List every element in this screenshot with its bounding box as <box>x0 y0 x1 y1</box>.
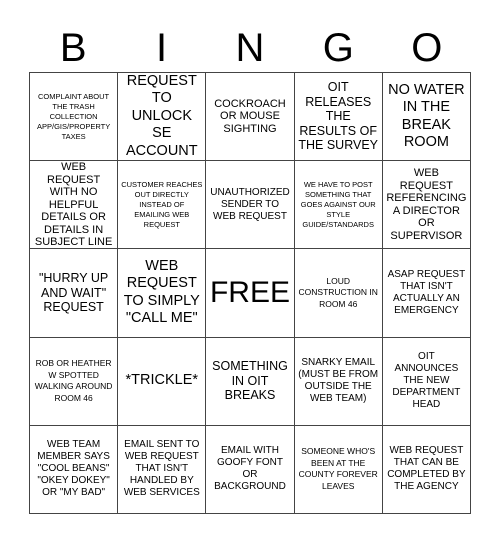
bingo-cell[interactable]: WEB REQUEST REFERENCING A DIRECTOR OR SU… <box>382 161 471 250</box>
cell-text: SNARKY EMAIL (MUST BE FROM OUTSIDE THE W… <box>298 357 379 405</box>
bingo-cell[interactable]: REQUEST TO UNLOCK SE ACCOUNT <box>118 73 207 162</box>
bingo-cell[interactable]: WEB REQUEST WITH NO HELPFUL DETAILS OR D… <box>30 161 119 250</box>
header-letter-o: O <box>411 26 443 70</box>
header-letter-g: G <box>322 26 354 70</box>
cell-text: WEB TEAM MEMBER SAYS "COOL BEANS" "OKEY … <box>37 439 110 499</box>
cell-text: LOUD CONSTRUCTION IN ROOM 46 <box>298 275 378 309</box>
bingo-cell[interactable]: CUSTOMER REACHES OUT DIRECTLY INSTEAD OF… <box>118 161 207 250</box>
bingo-cell[interactable]: WEB REQUEST TO SIMPLY "CALL ME" <box>118 249 207 338</box>
cell-text: CUSTOMER REACHES OUT DIRECTLY INSTEAD OF… <box>121 179 203 229</box>
cell-text: REQUEST TO UNLOCK SE ACCOUNT <box>125 73 198 159</box>
cell-text: WEB REQUEST THAT CAN BE COMPLETED BY THE… <box>387 445 466 493</box>
bingo-cell[interactable]: EMAIL WITH GOOFY FONT OR BACKGROUND <box>206 425 295 514</box>
bingo-header: B I N G O <box>29 24 471 72</box>
cell-text: OIT RELEASES THE RESULTS OF THE SURVEY <box>298 80 379 153</box>
bingo-cell[interactable]: ASAP REQUEST THAT ISN'T ACTUALLY AN EMER… <box>382 249 471 338</box>
bingo-cell[interactable]: WEB TEAM MEMBER SAYS "COOL BEANS" "OKEY … <box>30 425 119 514</box>
cell-text: EMAIL SENT TO WEB REQUEST THAT ISN'T HAN… <box>123 439 200 499</box>
bingo-cell[interactable]: OIT ANNOUNCES THE NEW DEPARTMENT HEAD <box>382 337 471 426</box>
bingo-cell[interactable]: ROB OR HEATHER W SPOTTED WALKING AROUND … <box>30 337 119 426</box>
bingo-cell[interactable]: OIT RELEASES THE RESULTS OF THE SURVEY <box>294 73 383 162</box>
bingo-cell[interactable]: NO WATER IN THE BREAK ROOM <box>382 73 471 162</box>
bingo-cell[interactable]: LOUD CONSTRUCTION IN ROOM 46 <box>294 249 383 338</box>
free-text: FREE <box>209 275 290 309</box>
cell-text: SOMETHING IN OIT BREAKS <box>212 359 288 403</box>
cell-text: ROB OR HEATHER W SPOTTED WALKING AROUND … <box>34 358 113 403</box>
cell-text: *TRICKLE* <box>125 372 199 389</box>
cell-text: COMPLAINT ABOUT THE TRASH COLLECTION APP… <box>36 91 111 141</box>
cell-text: WEB REQUEST TO SIMPLY "CALL ME" <box>123 257 200 327</box>
bingo-cell[interactable]: UNAUTHORIZED SENDER TO WEB REQUEST <box>206 161 295 250</box>
cell-text: OIT ANNOUNCES THE NEW DEPARTMENT HEAD <box>392 351 461 411</box>
cell-text: WEB REQUEST WITH NO HELPFUL DETAILS OR D… <box>34 161 113 249</box>
bingo-cell[interactable]: *TRICKLE* <box>118 337 207 426</box>
cell-text: WEB REQUEST REFERENCING A DIRECTOR OR SU… <box>386 167 467 242</box>
cell-text: NO WATER IN THE BREAK ROOM <box>388 81 465 151</box>
bingo-grid: COMPLAINT ABOUT THE TRASH COLLECTION APP… <box>29 72 471 514</box>
bingo-cell[interactable]: SNARKY EMAIL (MUST BE FROM OUTSIDE THE W… <box>294 337 383 426</box>
bingo-cell[interactable]: COCKROACH OR MOUSE SIGHTING <box>206 73 295 162</box>
cell-text: SOMEONE WHO'S BEEN AT THE COUNTY FOREVER… <box>298 446 378 491</box>
bingo-cell[interactable]: WEB REQUEST THAT CAN BE COMPLETED BY THE… <box>382 425 471 514</box>
bingo-cell[interactable]: WE HAVE TO POST SOMETHING THAT GOES AGAI… <box>294 161 383 250</box>
bingo-cell[interactable]: COMPLAINT ABOUT THE TRASH COLLECTION APP… <box>30 73 119 162</box>
header-letter-n: N <box>235 26 265 70</box>
header-letter-b: B <box>59 26 87 70</box>
bingo-cell[interactable]: "HURRY UP AND WAIT" REQUEST <box>30 249 119 338</box>
free-space[interactable]: FREE <box>206 249 295 338</box>
cell-text: WE HAVE TO POST SOMETHING THAT GOES AGAI… <box>300 179 376 229</box>
cell-text: "HURRY UP AND WAIT" REQUEST <box>38 271 109 315</box>
header-letter-i: I <box>156 26 168 70</box>
cell-text: ASAP REQUEST THAT ISN'T ACTUALLY AN EMER… <box>387 268 466 316</box>
bingo-cell[interactable]: SOMETHING IN OIT BREAKS <box>206 337 295 426</box>
cell-text: COCKROACH OR MOUSE SIGHTING <box>214 97 286 135</box>
cell-text: EMAIL WITH GOOFY FONT OR BACKGROUND <box>214 445 286 493</box>
bingo-cell[interactable]: EMAIL SENT TO WEB REQUEST THAT ISN'T HAN… <box>118 425 207 514</box>
bingo-cell[interactable]: SOMEONE WHO'S BEEN AT THE COUNTY FOREVER… <box>294 425 383 514</box>
cell-text: UNAUTHORIZED SENDER TO WEB REQUEST <box>210 186 290 222</box>
